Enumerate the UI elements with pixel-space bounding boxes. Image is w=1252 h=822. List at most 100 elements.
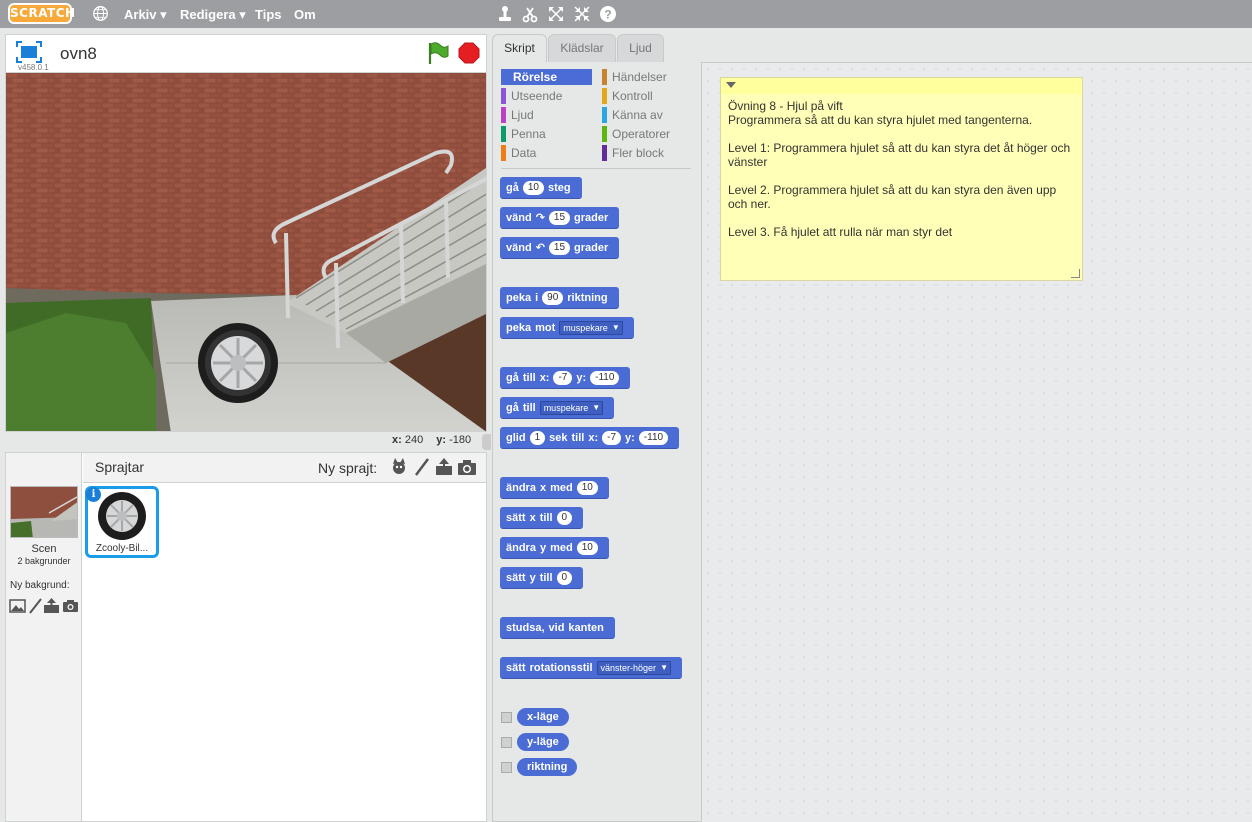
block-number-input[interactable]: 15 — [548, 210, 571, 225]
category-ljud[interactable]: Ljud — [501, 107, 592, 123]
scene-thumbnail[interactable] — [10, 486, 78, 538]
resize-handle-icon[interactable] — [1071, 269, 1080, 278]
sprite-tile-wheel[interactable]: i Zcooly-Bil... — [85, 486, 159, 558]
block-peka-riktning[interactable]: peka i 90 riktning — [500, 287, 619, 309]
script-area[interactable]: Övning 8 - Hjul på vift Programmera så a… — [702, 62, 1252, 822]
y-label: y: — [436, 434, 447, 446]
category-handelser[interactable]: Händelser — [602, 69, 697, 85]
sprite-list-header: Sprajtar Ny sprajt: — [83, 453, 486, 483]
comment-titlebar[interactable] — [721, 78, 1082, 94]
block-number-input[interactable]: 10 — [576, 540, 598, 555]
block-word: med — [550, 481, 573, 494]
comment-text[interactable]: Övning 8 - Hjul på vift Programmera så a… — [728, 99, 1078, 239]
block-vand-hoger[interactable]: vänd ↷ 15 grader — [500, 207, 620, 229]
block-peka-mot[interactable]: peka mot muspekare — [500, 317, 634, 339]
category-label: Utseende — [511, 89, 563, 103]
block-palette: Rörelse Utseende Ljud Penna Data Händels… — [492, 62, 702, 822]
block-number-input[interactable]: -110 — [638, 430, 669, 445]
sprite-library-icon[interactable] — [389, 457, 409, 477]
block-dropdown[interactable]: vänster-höger — [596, 660, 672, 675]
block-number-input[interactable]: -7 — [602, 430, 622, 445]
tab-kladslar[interactable]: Klädslar — [548, 34, 616, 62]
block-ga-till-mal[interactable]: gå till muspekare — [500, 397, 615, 419]
block-dropdown[interactable]: muspekare — [559, 320, 623, 335]
grow-icon[interactable] — [547, 5, 565, 23]
menu-arkiv[interactable]: Arkiv ▾ — [124, 7, 167, 23]
block-number-input[interactable]: 0 — [556, 570, 573, 585]
category-data[interactable]: Data — [501, 145, 592, 161]
block-word: till — [571, 431, 585, 444]
comment-note[interactable]: Övning 8 - Hjul på vift Programmera så a… — [720, 77, 1083, 281]
green-flag-icon[interactable] — [426, 41, 450, 65]
tab-ljud[interactable]: Ljud — [617, 34, 664, 62]
sprite-info-icon[interactable]: i — [86, 487, 101, 502]
checkbox-riktning[interactable] — [501, 762, 512, 773]
stop-icon[interactable] — [458, 42, 480, 64]
block-word: i — [535, 291, 539, 304]
block-number-input[interactable]: 10 — [522, 180, 544, 195]
block-number-input[interactable]: -7 — [553, 370, 573, 385]
tab-skript[interactable]: Skript — [492, 34, 547, 63]
block-word: y: — [576, 371, 587, 384]
scratch-logo[interactable]: SCRATCH — [8, 3, 75, 24]
backdrop-library-icon[interactable] — [9, 598, 26, 614]
block-ga-steg[interactable]: gå 10 steg — [500, 177, 582, 199]
block-glid[interactable]: glid 1 sek till x: -7 y: -110 — [500, 427, 680, 449]
shrink-icon[interactable] — [573, 5, 591, 23]
block-word: x — [529, 511, 536, 524]
x-label: x: — [392, 434, 402, 446]
block-satt-y[interactable]: sätt y till 0 — [500, 567, 584, 589]
block-word: peka — [506, 291, 532, 304]
camera-sprite-icon[interactable] — [457, 457, 477, 477]
checkbox-x-lage[interactable] — [501, 712, 512, 723]
block-number-dropdown[interactable]: 90 — [542, 290, 564, 305]
checkbox-y-lage[interactable] — [501, 737, 512, 748]
block-number-input[interactable]: 0 — [556, 510, 573, 525]
upload-backdrop-icon[interactable] — [43, 598, 60, 614]
scene-label: Scen — [31, 543, 57, 555]
reporter-x-lage[interactable]: x-läge — [517, 708, 569, 726]
category-operatorer[interactable]: Operatorer — [602, 126, 697, 142]
menu-redigera[interactable]: Redigera ▾ — [180, 7, 246, 23]
block-ga-till-xy[interactable]: gå till x: -7 y: -110 — [500, 367, 631, 389]
menu-om[interactable]: Om — [294, 7, 316, 22]
category-kontroll[interactable]: Kontroll — [602, 88, 697, 104]
category-swatch — [501, 107, 506, 123]
block-number-input[interactable]: 1 — [529, 430, 546, 445]
block-word: sätt — [506, 661, 526, 674]
presentation-mode-icon[interactable] — [16, 41, 42, 63]
block-rotationsstil[interactable]: sätt rotationsstil vänster-höger — [500, 657, 683, 679]
block-vand-vanster[interactable]: vänd ↶ 15 grader — [500, 237, 620, 259]
block-word: steg — [547, 181, 571, 194]
block-studsa[interactable]: studsa, vid kanten — [500, 617, 615, 639]
collapse-stage-handle[interactable] — [482, 434, 491, 450]
category-fler-block[interactable]: Fler block — [602, 145, 697, 161]
upload-sprite-icon[interactable] — [434, 457, 454, 477]
duplicate-stamp-icon[interactable] — [496, 5, 514, 23]
reporter-y-lage[interactable]: y-läge — [517, 733, 569, 751]
block-number-input[interactable]: 10 — [576, 480, 598, 495]
block-satt-x[interactable]: sätt x till 0 — [500, 507, 584, 529]
category-swatch — [602, 88, 607, 104]
category-rorelse[interactable]: Rörelse — [501, 69, 592, 85]
globe-icon[interactable] — [92, 5, 109, 22]
category-penna[interactable]: Penna — [501, 126, 592, 142]
cut-scissors-icon[interactable] — [521, 5, 539, 23]
help-icon[interactable]: ? — [599, 5, 617, 23]
stage-canvas[interactable] — [5, 72, 487, 432]
paint-sprite-icon[interactable] — [412, 457, 432, 477]
category-utseende[interactable]: Utseende — [501, 88, 592, 104]
menu-tips[interactable]: Tips — [255, 7, 282, 22]
project-title[interactable]: ovn8 — [60, 44, 97, 64]
reporter-riktning[interactable]: riktning — [517, 758, 578, 776]
block-number-input[interactable]: 15 — [548, 240, 571, 255]
camera-backdrop-icon[interactable] — [62, 598, 79, 614]
paint-backdrop-icon[interactable] — [27, 598, 44, 614]
block-dropdown[interactable]: muspekare — [539, 400, 604, 415]
block-number-input[interactable]: -110 — [590, 370, 620, 385]
wheel-sprite[interactable] — [198, 323, 278, 403]
category-kanna-av[interactable]: Känna av — [602, 107, 697, 123]
block-andra-x[interactable]: ändra x med 10 — [500, 477, 609, 499]
collapse-arrow-icon[interactable] — [726, 82, 736, 88]
block-andra-y[interactable]: ändra y med 10 — [500, 537, 609, 559]
